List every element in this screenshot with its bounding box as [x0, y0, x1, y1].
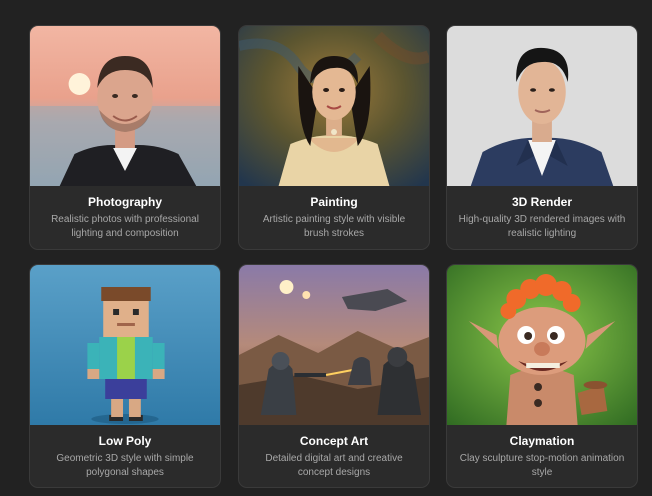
card-title: Claymation: [509, 434, 575, 448]
claymation-troll-thumbnail: [447, 265, 637, 425]
3d-render-portrait-thumbnail: [447, 26, 637, 186]
card-title: Photography: [88, 195, 162, 209]
style-card-photography[interactable]: Photography Realistic photos with profes…: [29, 25, 221, 250]
card-title: Painting: [310, 195, 358, 209]
style-card-concept-art[interactable]: Concept Art Detailed digital art and cre…: [238, 264, 430, 488]
card-title: Low Poly: [98, 434, 152, 448]
low-poly-character-thumbnail: [30, 265, 220, 425]
portrait-photo-thumbnail: [30, 26, 220, 186]
style-card-3d-render[interactable]: 3D Render High-quality 3D rendered image…: [446, 25, 638, 250]
style-grid: Photography Realistic photos with profes…: [0, 0, 652, 496]
card-title: 3D Render: [511, 195, 573, 209]
style-card-painting[interactable]: Painting Artistic painting style with vi…: [238, 25, 430, 250]
card-description: High-quality 3D rendered images with rea…: [458, 214, 626, 239]
card-description: Clay sculpture stop-motion animation sty…: [459, 453, 625, 478]
card-description: Detailed digital art and creative concep…: [265, 453, 403, 478]
card-description: Realistic photos with professional light…: [51, 214, 199, 239]
card-description: Geometric 3D style with simple polygonal…: [56, 453, 194, 478]
style-card-claymation[interactable]: Claymation Clay sculpture stop-motion an…: [446, 264, 638, 488]
card-description: Artistic painting style with visible bru…: [262, 214, 406, 239]
card-title: Concept Art: [299, 434, 369, 448]
style-card-low-poly[interactable]: Low Poly Geometric 3D style with simple …: [29, 264, 221, 488]
concept-art-battle-thumbnail: [239, 265, 429, 425]
painted-portrait-thumbnail: [239, 26, 429, 186]
